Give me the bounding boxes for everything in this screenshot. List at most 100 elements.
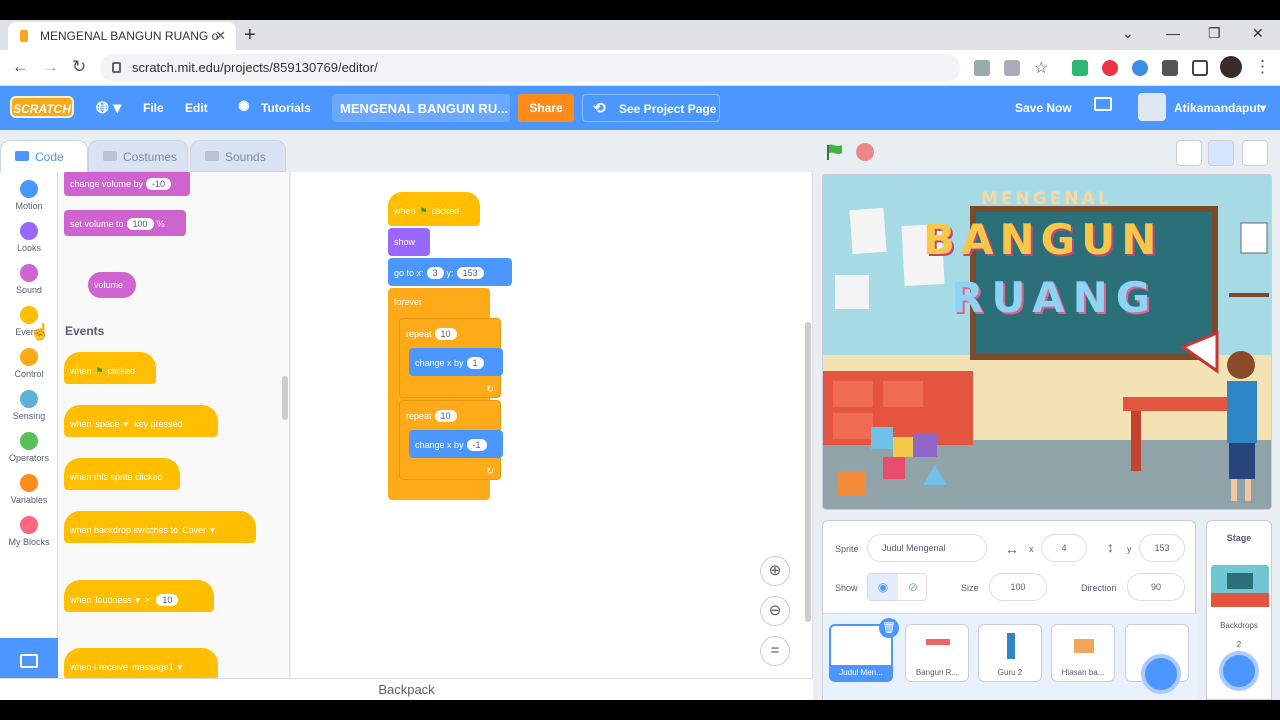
show-visible-icon[interactable]: ◉ xyxy=(868,574,898,600)
back-icon[interactable]: ← xyxy=(12,57,29,77)
normal-stage-icon[interactable] xyxy=(1208,140,1234,166)
small-stage-icon[interactable] xyxy=(1176,140,1202,166)
category-variables[interactable]: Variables xyxy=(0,474,58,505)
side-panel-icon[interactable] xyxy=(1192,60,1208,76)
delete-sprite-icon[interactable]: 🗑︎ xyxy=(879,618,899,638)
see-project-page-button[interactable]: ⟲ See Project Page xyxy=(582,94,720,122)
edit-menu[interactable]: Edit xyxy=(185,101,208,115)
sprite-thumb[interactable]: Guru 2 xyxy=(978,624,1042,682)
extension-red-icon[interactable] xyxy=(1102,60,1118,76)
block-input[interactable]: 10 xyxy=(156,594,179,606)
block-input[interactable]: 100 xyxy=(126,218,154,230)
user-dropdown-icon[interactable]: ▾ xyxy=(1260,101,1266,115)
sprite-direction-input[interactable]: 90 xyxy=(1127,573,1185,601)
backdrop-dropdown[interactable]: Cover xyxy=(182,525,206,535)
sprite-name-input[interactable]: Judul Mengenal xyxy=(867,534,987,562)
tab-code[interactable]: Code xyxy=(0,140,88,172)
palette-when-i-receive-block[interactable]: when I receive message1 ▾ xyxy=(64,648,218,680)
script-show-block[interactable]: show xyxy=(388,228,430,256)
tab-costumes[interactable]: Costumes xyxy=(88,140,188,172)
fullscreen-icon[interactable] xyxy=(1242,140,1268,166)
category-operators[interactable]: Operators xyxy=(0,432,58,463)
tab-sounds[interactable]: Sounds xyxy=(190,140,286,172)
url-field[interactable]: scratch.mit.edu/projects/859130769/edito… xyxy=(100,54,960,82)
sprite-x-input[interactable]: 4 xyxy=(1041,534,1087,562)
sprite-size-input[interactable]: 100 xyxy=(989,573,1047,601)
sprite-y-input[interactable]: 153 xyxy=(1139,534,1185,562)
stop-icon[interactable] xyxy=(856,143,874,161)
sprite-thumb[interactable]: Hiasan ba... xyxy=(1051,624,1115,682)
username-menu[interactable]: Atikamandaput xyxy=(1174,101,1261,115)
category-sensing[interactable]: Sensing xyxy=(0,390,58,421)
user-avatar[interactable] xyxy=(1138,93,1166,121)
stage-target-panel[interactable]: Stage Backdrops 2 xyxy=(1206,520,1272,700)
translate-icon[interactable] xyxy=(974,60,990,76)
new-tab-icon[interactable]: + xyxy=(244,24,256,47)
palette-set-volume-block[interactable]: set volume to 100% xyxy=(64,210,186,236)
palette-volume-reporter[interactable]: volume xyxy=(88,272,136,298)
script-change-x-block-2[interactable]: change x by -1 xyxy=(409,430,503,458)
palette-when-flag-clicked-block[interactable]: when ⚑ clicked xyxy=(64,352,156,384)
loudness-dropdown[interactable]: loudness xyxy=(96,595,132,605)
save-now-button[interactable]: Save Now xyxy=(1015,101,1072,115)
block-input[interactable]: 10 xyxy=(434,328,457,340)
block-input[interactable]: 3 xyxy=(426,267,444,279)
block-input[interactable]: 153 xyxy=(456,267,484,279)
script-go-to-xy-block[interactable]: go to x: 3 y: 153 xyxy=(388,258,512,286)
green-flag-icon[interactable] xyxy=(826,144,844,160)
forward-icon[interactable]: → xyxy=(42,57,59,77)
block-input[interactable]: -10 xyxy=(146,178,172,190)
block-input[interactable]: 1 xyxy=(466,357,484,369)
extension-blue-icon[interactable] xyxy=(1132,60,1148,76)
extension-green-icon[interactable] xyxy=(1072,60,1088,76)
my-stuff-folder-icon[interactable] xyxy=(1094,97,1112,111)
stage-canvas[interactable]: MENGENAL BANGUN RUANG xyxy=(822,174,1272,510)
palette-change-volume-block[interactable]: change volume by -10 xyxy=(64,172,190,196)
share-button[interactable]: Share xyxy=(518,94,574,122)
project-title-input[interactable]: MENGENAL BANGUN RU... xyxy=(332,94,510,122)
palette-when-key-pressed-block[interactable]: when space ▾ key pressed xyxy=(64,405,218,437)
browser-menu-icon[interactable]: ⋮ xyxy=(1254,57,1271,77)
category-sound[interactable]: Sound xyxy=(0,264,58,295)
script-change-x-block-1[interactable]: change x by 1 xyxy=(409,348,503,376)
category-control[interactable]: Control xyxy=(0,348,58,379)
sprite-thumb[interactable]: Judul Men... 🗑︎ xyxy=(829,618,899,682)
palette-when-loudness-block[interactable]: when loudness ▾ >10 xyxy=(64,580,214,612)
block-input[interactable]: -1 xyxy=(466,439,487,451)
extensions-puzzle-icon[interactable] xyxy=(1162,60,1178,76)
browser-tab[interactable]: MENGENAL BANGUN RUANG o ✕ xyxy=(8,22,236,50)
reload-icon[interactable]: ↻ xyxy=(72,57,86,77)
close-window-icon[interactable]: ✕ xyxy=(1252,25,1264,42)
backpack-bar[interactable]: Backpack xyxy=(0,678,813,700)
share-page-icon[interactable] xyxy=(1004,60,1020,76)
sprite-thumb-name: Hiasan ba... xyxy=(1061,668,1105,677)
zoom-out-icon[interactable]: ⊖ xyxy=(760,596,790,626)
add-backdrop-icon[interactable] xyxy=(1219,651,1259,691)
restore-icon[interactable]: ❐ xyxy=(1208,25,1221,42)
block-input[interactable]: 10 xyxy=(434,410,457,422)
palette-when-backdrop-switches-block[interactable]: when backdrop switches to Cover ▾ xyxy=(64,511,256,543)
profile-avatar[interactable] xyxy=(1220,56,1242,78)
category-my-blocks[interactable]: My Blocks xyxy=(0,516,58,547)
tab-search-icon[interactable]: ⌄ xyxy=(1122,25,1134,42)
category-motion[interactable]: Motion xyxy=(0,180,58,211)
close-tab-icon[interactable]: ✕ xyxy=(215,28,226,44)
minimize-icon[interactable]: — xyxy=(1166,25,1180,41)
key-dropdown[interactable]: space xyxy=(96,419,120,429)
bookmark-star-icon[interactable]: ☆ xyxy=(1034,58,1048,78)
tutorials-button[interactable]: Tutorials xyxy=(261,101,311,115)
scratch-logo[interactable]: SCRATCH xyxy=(10,96,74,118)
palette-scrollbar[interactable] xyxy=(282,376,288,420)
category-looks[interactable]: Looks xyxy=(0,222,58,253)
zoom-in-icon[interactable]: ⊕ xyxy=(760,556,790,586)
script-vertical-scrollbar[interactable] xyxy=(805,322,811,622)
palette-when-sprite-clicked-block[interactable]: when this sprite clicked xyxy=(64,458,180,490)
file-menu[interactable]: File xyxy=(143,101,164,115)
message-dropdown[interactable]: message1 xyxy=(132,662,174,672)
script-when-flag-clicked-block[interactable]: when ⚑ clicked xyxy=(388,192,480,226)
sprite-thumb[interactable]: Bangun R... xyxy=(905,624,969,682)
add-sprite-cat-icon[interactable] xyxy=(1141,654,1181,694)
zoom-reset-icon[interactable]: = xyxy=(760,636,790,666)
language-globe-icon[interactable]: 🌐︎ ▾ xyxy=(96,98,121,118)
hide-icon[interactable]: ⊘ xyxy=(898,574,928,600)
